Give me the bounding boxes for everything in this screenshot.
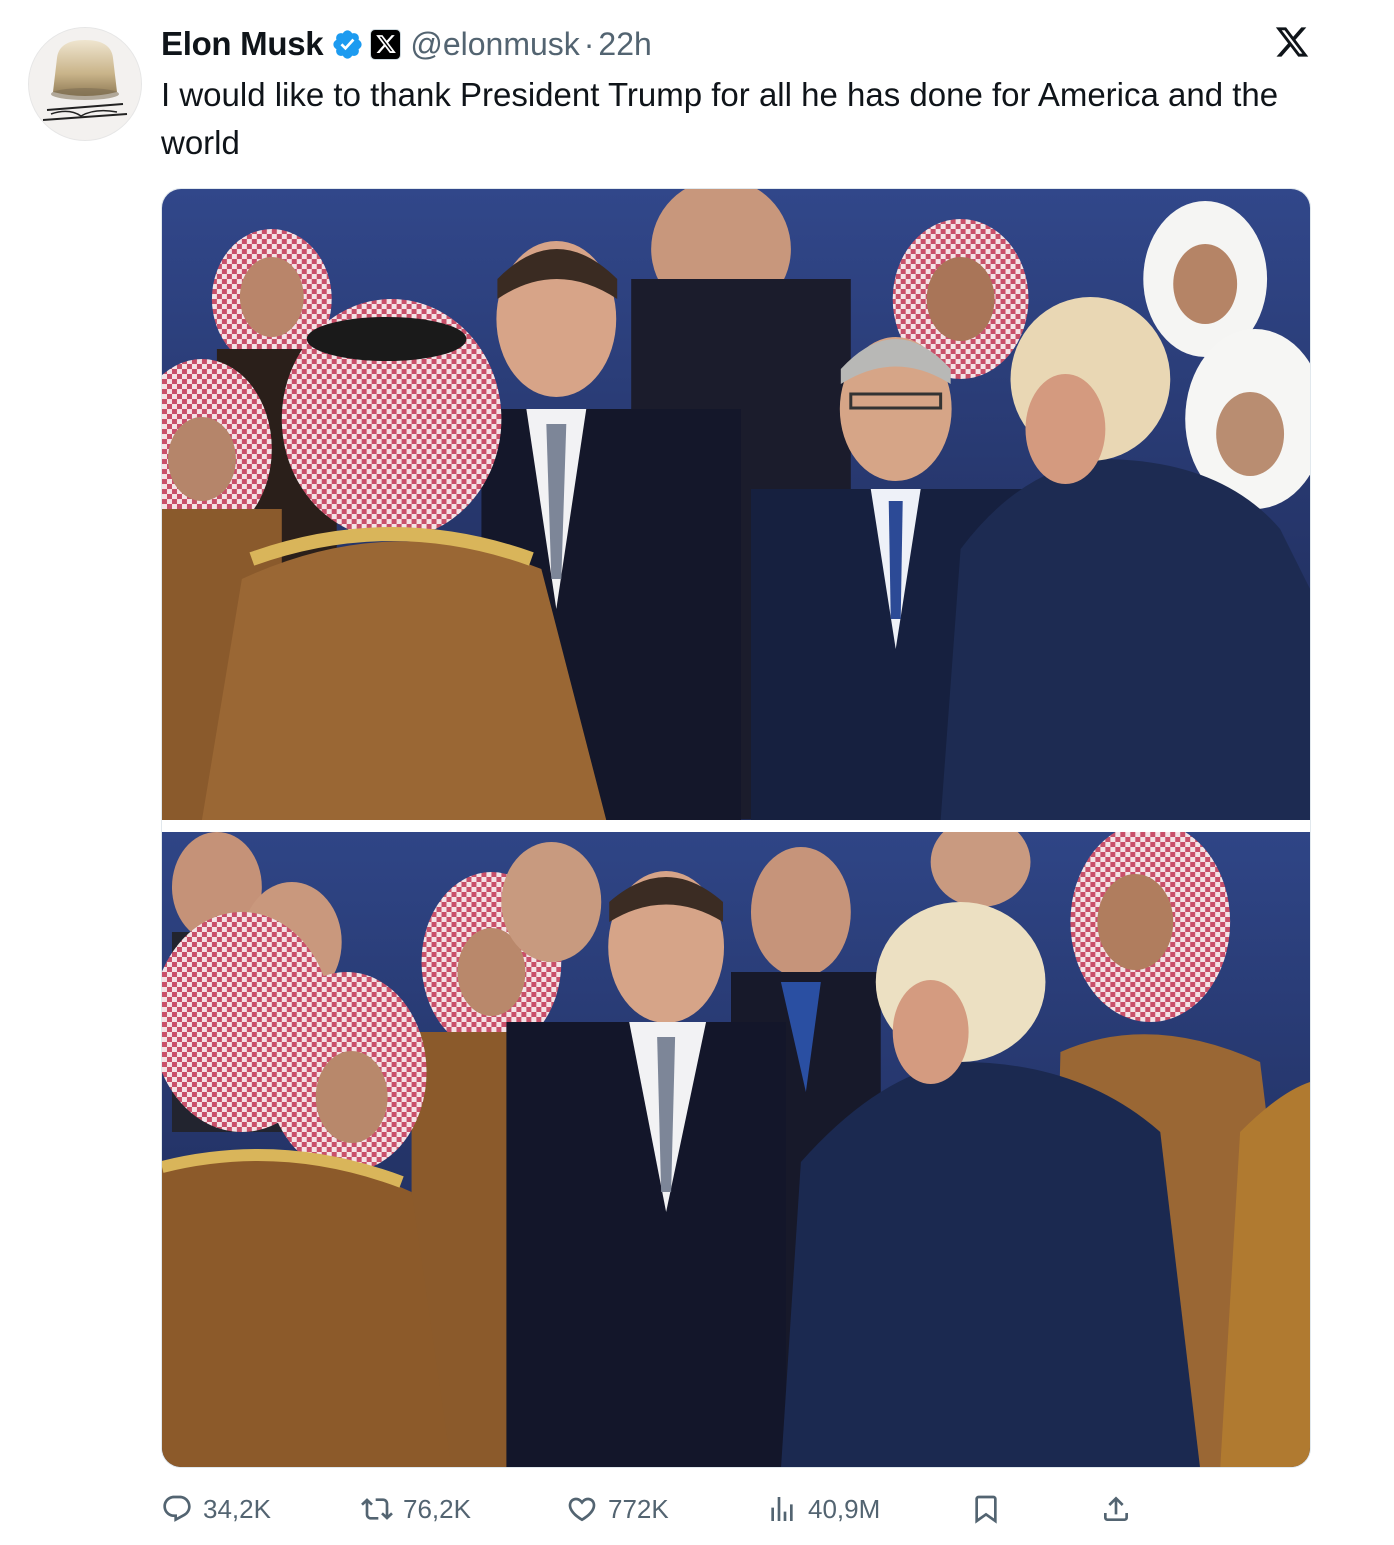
- timestamp[interactable]: 22h: [598, 26, 651, 63]
- media-grid: [161, 188, 1311, 1468]
- tweet-text: I would like to thank President Trump fo…: [161, 76, 1279, 161]
- separator-dot: ·: [583, 25, 595, 62]
- verified-badge-icon[interactable]: [331, 28, 364, 61]
- heart-icon: [568, 1497, 596, 1522]
- tweet-photo-1[interactable]: [162, 189, 1310, 820]
- avatar-image: [29, 28, 141, 140]
- reply-button[interactable]: 34,2K: [161, 1487, 271, 1531]
- bookmark-icon: [975, 1495, 997, 1524]
- user-handle[interactable]: @elonmusk: [410, 26, 579, 63]
- reply-icon: [163, 1495, 191, 1522]
- tweet-photo-2[interactable]: [162, 832, 1310, 1467]
- display-name[interactable]: Elon Musk: [161, 25, 324, 63]
- views-count: 40,9M: [808, 1493, 881, 1524]
- reply-count: 34,2K: [203, 1493, 271, 1524]
- repost-button[interactable]: 76,2K: [361, 1487, 471, 1531]
- like-button[interactable]: 772K: [566, 1487, 669, 1531]
- repost-icon: [361, 1498, 393, 1520]
- x-logo-icon[interactable]: [1274, 24, 1310, 60]
- repost-count: 76,2K: [403, 1493, 471, 1524]
- views-button[interactable]: 40,9M: [766, 1487, 880, 1531]
- share-icon: [1104, 1496, 1128, 1521]
- share-button[interactable]: [1100, 1487, 1132, 1531]
- views-icon: [771, 1497, 793, 1521]
- like-count: 772K: [608, 1493, 669, 1524]
- avatar[interactable]: [28, 27, 142, 141]
- tweet-header: Elon Musk @elonmusk · 22h: [161, 22, 652, 66]
- x-affiliate-icon[interactable]: [370, 28, 402, 60]
- action-bar: 34,2K 76,2K 772K 40,9M: [161, 1487, 1311, 1531]
- bookmark-button[interactable]: [970, 1487, 1002, 1531]
